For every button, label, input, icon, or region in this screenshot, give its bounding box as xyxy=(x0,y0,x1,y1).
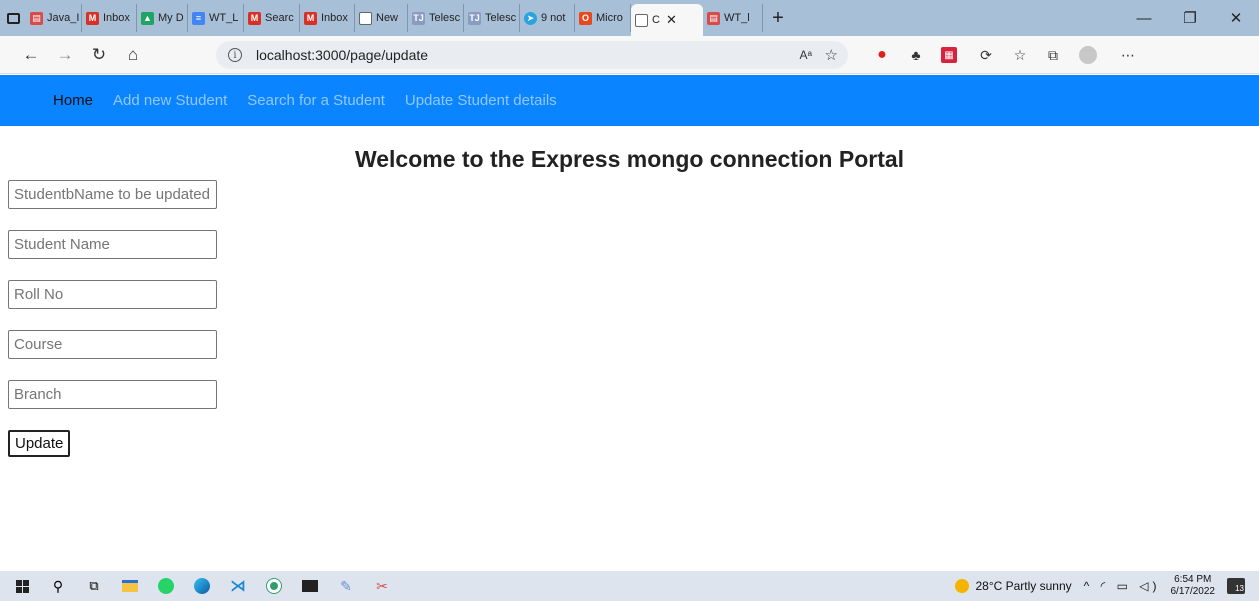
page-icon xyxy=(359,11,372,25)
roll-no-input[interactable] xyxy=(8,280,217,309)
nav-home[interactable]: Home xyxy=(53,92,93,109)
partly-sunny-icon xyxy=(955,579,970,593)
read-aloud-icon[interactable]: Aᵃ xyxy=(800,48,812,62)
browser-tab-strip: ▤ Java_I M Inbox ▲ My D ≡ WT_L M Searc M Inbox… xyxy=(0,0,1259,36)
window-controls: — ❐ ✕ xyxy=(1121,0,1259,36)
gmail-icon: M xyxy=(248,11,261,25)
more-menu-icon[interactable]: ⋯ xyxy=(1118,45,1138,65)
tab-actions-icon[interactable] xyxy=(0,0,26,36)
browser-tab[interactable]: ▲ My D xyxy=(137,4,188,32)
system-tray: 28°C Partly sunny ^ ◜ ▭ ◁) 6:54 PM 6/17/2… xyxy=(955,571,1259,601)
search-icon[interactable]: ⚲ xyxy=(40,571,76,601)
favorites-star-icon[interactable]: ☆ xyxy=(825,46,838,64)
file-explorer-icon[interactable] xyxy=(112,571,148,601)
start-icon[interactable] xyxy=(4,571,40,601)
tray-icons[interactable]: ^ ◜ ▭ ◁) xyxy=(1084,579,1161,593)
telegram-icon: ➤ xyxy=(524,11,537,25)
telescope-icon: TJ xyxy=(468,11,481,25)
browser-tab[interactable]: ▤ Java_I xyxy=(26,4,82,32)
close-tab-icon[interactable]: ✕ xyxy=(666,12,677,28)
notification-icon[interactable]: 13 xyxy=(1227,578,1245,594)
home-icon[interactable]: ⌂ xyxy=(116,45,150,65)
telescope-icon: TJ xyxy=(412,11,425,25)
edge-icon[interactable] xyxy=(184,571,220,601)
back-icon[interactable]: ← xyxy=(14,45,48,65)
browser-tab[interactable]: TJ Telesc xyxy=(408,4,464,32)
minimize-icon[interactable]: — xyxy=(1121,0,1167,36)
gmail-icon: M xyxy=(86,11,99,25)
forward-icon[interactable]: → xyxy=(48,45,82,65)
pdf-icon: ▤ xyxy=(30,11,43,25)
browser-tab[interactable]: TJ Telesc xyxy=(464,4,520,32)
favorites-icon[interactable]: ☆ xyxy=(1010,45,1030,65)
gmail-icon: M xyxy=(304,11,317,25)
browser-tab[interactable]: ≡ WT_L xyxy=(188,4,244,32)
node-icon[interactable] xyxy=(256,571,292,601)
browser-tab[interactable]: ➤ 9 not xyxy=(520,4,575,32)
close-window-icon[interactable]: ✕ xyxy=(1213,0,1259,36)
browser-tab[interactable]: New xyxy=(355,4,408,32)
page-title: Welcome to the Express mongo connection … xyxy=(354,146,905,172)
course-input[interactable] xyxy=(8,330,217,359)
nav-update-student[interactable]: Update Student details xyxy=(405,92,557,109)
site-info-icon[interactable]: i xyxy=(228,48,242,62)
docs-icon: ≡ xyxy=(192,11,205,25)
weather-widget[interactable]: 28°C Partly sunny xyxy=(955,579,1072,593)
vscode-icon[interactable]: ⋊ xyxy=(220,571,256,601)
nav-add-student[interactable]: Add new Student xyxy=(113,92,227,109)
office-icon: O xyxy=(579,11,592,25)
paint-icon[interactable]: ✎ xyxy=(328,571,364,601)
app-navbar: Home Add new Student Search for a Studen… xyxy=(0,75,1259,126)
puzzle-icon[interactable]: ⟳ xyxy=(976,45,996,65)
browser-tab[interactable]: ▤ WT_l xyxy=(703,4,763,32)
browser-tab[interactable]: M Inbox xyxy=(300,4,355,32)
url-text: localhost:3000/page/update xyxy=(256,47,429,63)
extension-icon[interactable]: ♣ xyxy=(906,45,926,65)
drive-icon: ▲ xyxy=(141,11,154,25)
collections-icon[interactable]: ⧉ xyxy=(1043,45,1063,65)
branch-input[interactable] xyxy=(8,380,217,409)
address-bar[interactable]: i localhost:3000/page/update Aᵃ ☆ xyxy=(216,41,848,69)
pdf-icon: ▤ xyxy=(707,11,720,25)
opera-icon[interactable]: ● xyxy=(872,45,892,65)
new-tab-icon[interactable]: + xyxy=(763,7,793,30)
browser-tab[interactable]: O Micro xyxy=(575,4,631,32)
profile-avatar[interactable] xyxy=(1079,46,1097,64)
student-name-to-update-input[interactable] xyxy=(8,180,217,209)
whatsapp-icon[interactable] xyxy=(148,571,184,601)
browser-tab[interactable]: M Searc xyxy=(244,4,300,32)
update-student-form: Update xyxy=(8,180,217,457)
task-view-icon[interactable]: ⧉ xyxy=(76,571,112,601)
page-icon xyxy=(635,13,648,27)
restore-icon[interactable]: ❐ xyxy=(1167,0,1213,36)
refresh-icon[interactable]: ↻ xyxy=(82,45,116,65)
browser-tab-active[interactable]: C ✕ xyxy=(631,4,703,36)
student-name-input[interactable] xyxy=(8,230,217,259)
snip-tool-icon[interactable]: ✂ xyxy=(364,571,400,601)
terminal-icon[interactable] xyxy=(292,571,328,601)
browser-tab[interactable]: M Inbox xyxy=(82,4,137,32)
nav-search-student[interactable]: Search for a Student xyxy=(247,92,385,109)
browser-toolbar: ← → ↻ ⌂ i localhost:3000/page/update Aᵃ … xyxy=(0,36,1259,74)
update-button[interactable]: Update xyxy=(8,430,71,457)
extension-red-icon[interactable]: ▦ xyxy=(941,47,957,63)
clock[interactable]: 6:54 PM 6/17/2022 xyxy=(1171,574,1216,598)
windows-taskbar: ⚲ ⧉ ⋊ ✎ ✂ 28°C Partly sunny ^ ◜ ▭ ◁) 6:5… xyxy=(0,571,1259,601)
